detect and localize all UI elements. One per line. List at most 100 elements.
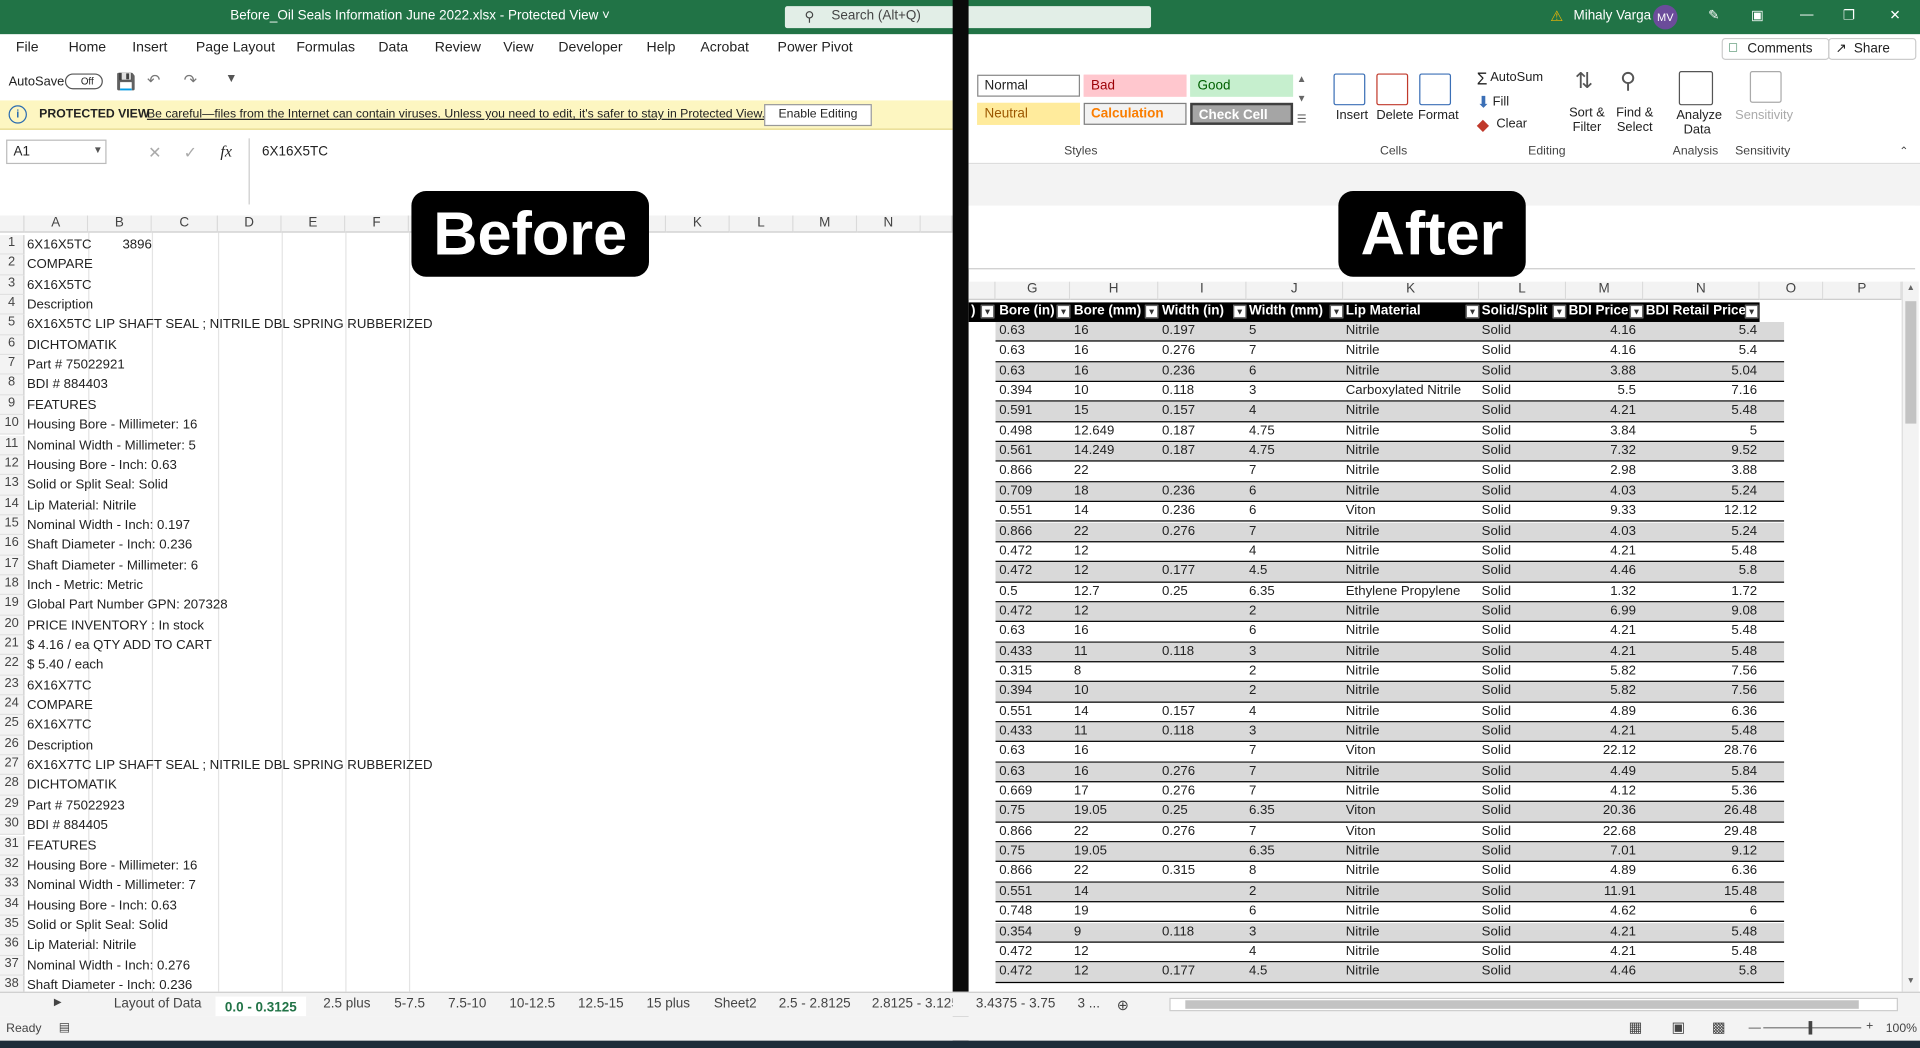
filter-icon[interactable]: ▼ — [1329, 304, 1344, 319]
row-header[interactable]: 11 — [0, 435, 25, 456]
scrollbar-thumb[interactable] — [1905, 301, 1917, 424]
table-cell[interactable]: 0.25 — [1162, 804, 1235, 819]
row-header[interactable]: 9 — [0, 395, 25, 416]
column-header-j[interactable]: J — [1246, 281, 1344, 300]
table-cell[interactable]: 0.63 — [999, 744, 1068, 759]
table-cell[interactable]: Solid — [1482, 724, 1555, 739]
table-cell[interactable]: 19 — [1074, 904, 1147, 919]
table-cell[interactable]: Solid — [1482, 864, 1555, 879]
cell-a[interactable]: 6X16X5TC — [27, 235, 92, 255]
table-cell[interactable]: 22 — [1074, 463, 1147, 478]
table-cell[interactable]: 0.276 — [1162, 824, 1235, 839]
avatar[interactable]: MV — [1653, 4, 1678, 30]
table-cell[interactable]: Nitrile — [1346, 323, 1475, 338]
column-header-l[interactable]: L — [1479, 281, 1567, 300]
table-cell[interactable]: Nitrile — [1346, 704, 1475, 719]
table-cell[interactable]: 4.75 — [1249, 423, 1335, 438]
row-header[interactable]: 34 — [0, 895, 25, 916]
table-cell[interactable]: 4 — [1249, 944, 1335, 959]
table-cell[interactable]: Nitrile — [1346, 483, 1475, 498]
table-cell[interactable]: Solid — [1482, 964, 1555, 979]
table-cell[interactable]: 5.48 — [1645, 403, 1757, 418]
protected-message[interactable]: Be careful—files from the Internet can c… — [147, 108, 765, 121]
column-header-g[interactable]: G — [995, 281, 1071, 300]
table-row[interactable]: 0.472 12 0.177 4.5 Nitrile Solid 4.46 5.8 — [995, 562, 1785, 583]
page-layout-view-icon[interactable]: ▣ — [1671, 1019, 1685, 1036]
ribbon-display-icon[interactable]: ▣ — [1751, 7, 1764, 24]
table-cell[interactable]: 0.433 — [999, 643, 1068, 658]
table-cell[interactable]: Nitrile — [1346, 523, 1475, 538]
table-cell[interactable]: 0.236 — [1162, 363, 1235, 378]
normal-view-icon[interactable]: ▦ — [1629, 1019, 1643, 1036]
function-icon[interactable]: fx — [220, 142, 231, 162]
table-cell[interactable]: 12 — [1074, 563, 1147, 578]
table-cell[interactable]: Solid — [1482, 764, 1555, 779]
tab-layout-of-data[interactable]: Layout of Data — [114, 997, 202, 1012]
row-header[interactable]: 4 — [0, 295, 25, 316]
table-cell[interactable]: 4.21 — [1567, 543, 1636, 558]
table-cell[interactable]: 5.48 — [1645, 924, 1757, 939]
table-cell[interactable]: 5.8 — [1645, 964, 1757, 979]
table-cell[interactable]: 0.315 — [999, 663, 1068, 678]
table-cell[interactable]: 8 — [1249, 864, 1335, 879]
filter-icon[interactable]: ▼ — [1465, 304, 1480, 319]
table-cell[interactable]: Nitrile — [1346, 864, 1475, 879]
table-row[interactable]: 0.63 16 0.236 6 Nitrile Solid 3.88 5.04 — [995, 362, 1785, 383]
table-row[interactable]: 0.63 16 7 Viton Solid 22.12 28.76 — [995, 742, 1785, 763]
table-cell[interactable]: Nitrile — [1346, 463, 1475, 478]
table-cell[interactable]: 16 — [1074, 764, 1147, 779]
table-row[interactable]: 0.472 12 4 Nitrile Solid 4.21 5.48 — [995, 542, 1785, 563]
table-cell[interactable]: 0.472 — [999, 603, 1068, 618]
pen-icon[interactable]: ✎ — [1708, 7, 1719, 24]
table-cell[interactable]: 12 — [1074, 964, 1147, 979]
table-cell[interactable]: 7.16 — [1645, 383, 1757, 398]
table-cell[interactable]: 14 — [1074, 704, 1147, 719]
before-sheet-grid[interactable]: A B C D E F K L M N 1 6X16X5TC 3896 2 COMPA… — [0, 215, 953, 992]
row-header[interactable]: 13 — [0, 475, 25, 496]
style-calculation[interactable]: Calculation — [1083, 102, 1187, 125]
table-row[interactable]: 0.472 12 4 Nitrile Solid 4.21 5.48 — [995, 943, 1785, 963]
menu-developer[interactable]: Developer — [558, 40, 622, 55]
close-icon[interactable]: ✕ — [1889, 7, 1900, 24]
table-cell[interactable]: 0.551 — [999, 503, 1068, 518]
table-cell[interactable]: Solid — [1482, 443, 1555, 458]
column-header-m[interactable]: M — [793, 215, 858, 233]
table-cell[interactable]: 3 — [1249, 383, 1335, 398]
table-cell[interactable]: 4.16 — [1567, 343, 1636, 358]
table-cell[interactable]: 3 — [1249, 643, 1335, 658]
table-cell[interactable]: Solid — [1482, 363, 1555, 378]
cell-a[interactable]: Housing Bore - Inch: 0.63 — [27, 455, 177, 475]
table-cell[interactable]: 3.84 — [1567, 423, 1636, 438]
table-cell[interactable]: 12.7 — [1074, 583, 1147, 598]
table-cell[interactable]: 0.866 — [999, 864, 1068, 879]
table-cell[interactable]: 0.498 — [999, 423, 1068, 438]
table-cell[interactable]: 11.91 — [1567, 884, 1636, 899]
table-cell[interactable]: Nitrile — [1346, 944, 1475, 959]
cell-a[interactable]: 6X16X5TC LIP SHAFT SEAL ; NITRILE DBL SP… — [27, 315, 433, 335]
table-cell[interactable]: 0.866 — [999, 523, 1068, 538]
table-cell[interactable]: 4.21 — [1567, 724, 1636, 739]
table-cell[interactable]: 0.866 — [999, 463, 1068, 478]
table-cell[interactable]: Solid — [1482, 463, 1555, 478]
table-cell[interactable]: 6.35 — [1249, 583, 1335, 598]
style-bad[interactable]: Bad — [1083, 74, 1187, 97]
row-header[interactable]: 31 — [0, 835, 25, 856]
tab-3-4375-3-75[interactable]: 3.4375 - 3.75 — [976, 997, 1055, 1012]
table-cell[interactable]: 0.75 — [999, 844, 1068, 859]
cell-a[interactable]: 6X16X7TC LIP SHAFT SEAL ; NITRILE DBL SP… — [27, 756, 433, 776]
table-cell[interactable]: 3 — [1249, 724, 1335, 739]
table-cell[interactable]: 0.394 — [999, 383, 1068, 398]
table-row[interactable]: 0.63 16 0.197 5 Nitrile Solid 4.16 5.4 — [995, 321, 1785, 343]
table-row[interactable]: 0.669 17 0.276 7 Nitrile Solid 4.12 5.36 — [995, 782, 1785, 803]
column-header-p[interactable]: P — [1823, 281, 1902, 300]
table-cell[interactable]: 0.394 — [999, 684, 1068, 699]
column-header-k[interactable]: K — [1343, 281, 1480, 300]
table-cell[interactable]: 22 — [1074, 864, 1147, 879]
table-row[interactable]: 0.394 10 2 Nitrile Solid 5.82 7.56 — [995, 682, 1785, 703]
row-header[interactable]: 12 — [0, 455, 25, 476]
table-cell[interactable]: 0.866 — [999, 824, 1068, 839]
table-cell[interactable]: Solid — [1482, 643, 1555, 658]
table-cell[interactable]: 4.21 — [1567, 403, 1636, 418]
tab-10-12-5[interactable]: 10-12.5 — [509, 997, 555, 1012]
row-header[interactable]: 21 — [0, 635, 25, 656]
